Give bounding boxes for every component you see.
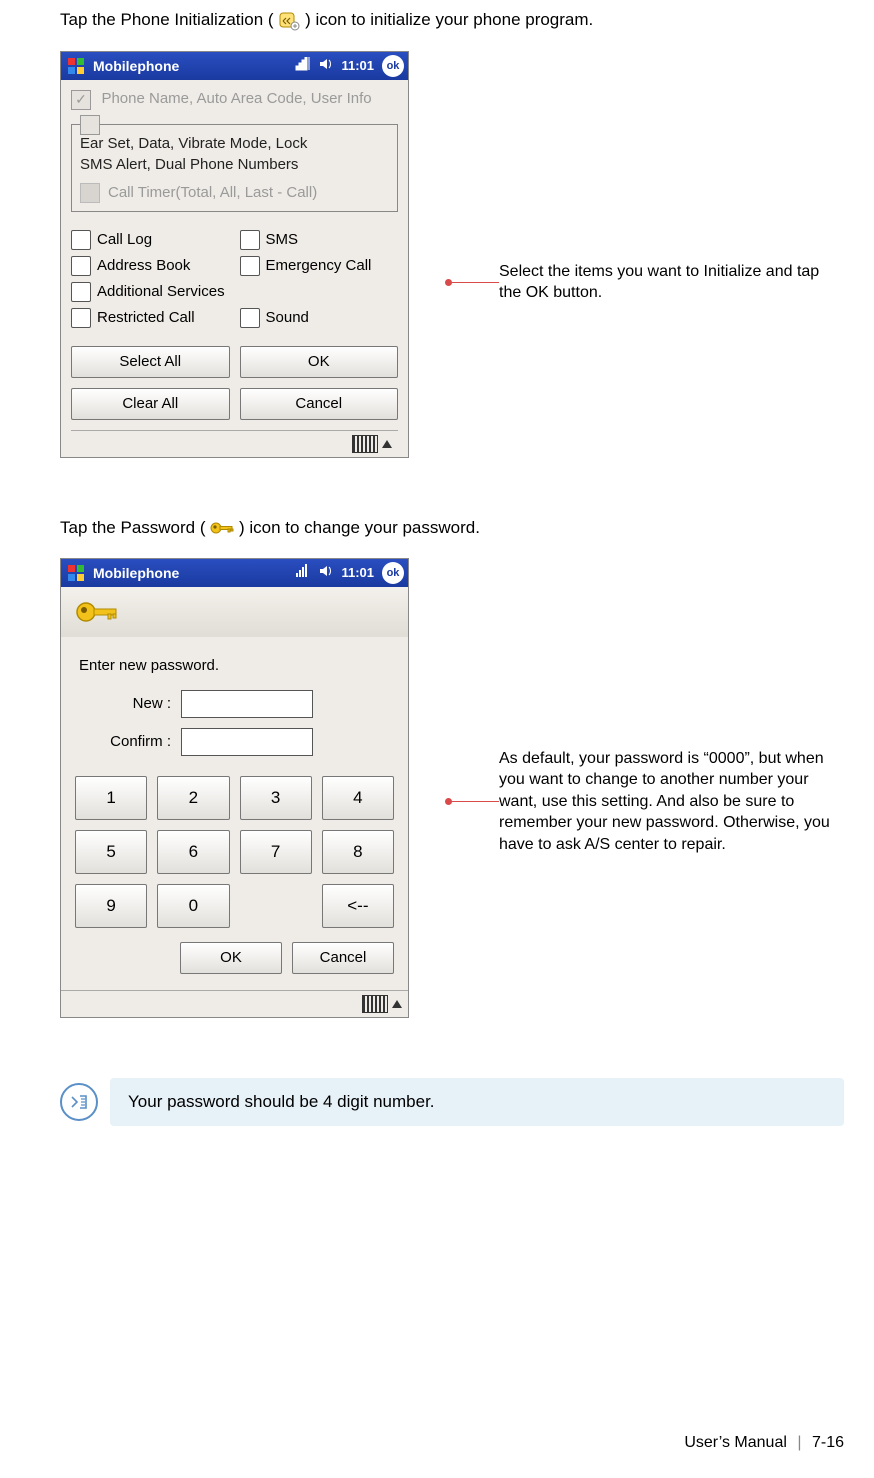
checkbox-label: Additional Services [97, 283, 225, 300]
disabled-square [80, 183, 100, 203]
intro-text-password: Tap the Password ( ) icon to change your… [60, 518, 844, 538]
note-row: Your password should be 4 digit number. [60, 1078, 844, 1126]
keyboard-icon[interactable] [352, 435, 378, 453]
intro1-part-a: Tap the Phone Initialization ( [60, 10, 274, 29]
checkbox-address-book[interactable]: Address Book [71, 256, 230, 276]
group-disabled-text: Call Timer(Total, All, Last - Call) [108, 184, 317, 201]
callout-line [449, 282, 499, 283]
key-2[interactable]: 2 [157, 776, 229, 820]
app-title: Mobilephone [93, 565, 179, 581]
volume-icon [319, 564, 333, 581]
info-icon [60, 1083, 98, 1121]
checkbox-label: Emergency Call [266, 257, 372, 274]
up-arrow-icon[interactable] [382, 440, 392, 448]
checkbox-label: Restricted Call [97, 309, 195, 326]
checkbox-emergency-call[interactable]: Emergency Call [240, 256, 399, 276]
start-icon[interactable] [65, 562, 87, 584]
groupbox-tab [80, 115, 100, 135]
initialize-options: Call Log SMS Address Book Emergency Call… [71, 230, 398, 328]
checkbox-additional-services[interactable]: Additional Services [71, 282, 398, 302]
group-line-1: Ear Set, Data, Vibrate Mode, Lock [80, 135, 389, 152]
ok-button[interactable]: OK [180, 942, 282, 974]
key-0[interactable]: 0 [157, 884, 229, 928]
titlebar: Mobilephone 11:01 ok [61, 559, 408, 587]
disabled-checkbox: ✓ [71, 90, 91, 110]
clock-text: 11:01 [341, 58, 374, 73]
ok-badge[interactable]: ok [382, 562, 404, 584]
screenshot-initialization: Mobilephone 11:01 ok ✓ Phone Name, Auto … [60, 51, 409, 458]
numeric-keypad: 1 2 3 4 5 6 7 8 9 0 <-- [71, 776, 398, 928]
password-prompt: Enter new password. [79, 657, 398, 674]
intro1-part-b: ) icon to initialize your phone program. [305, 10, 593, 29]
key-3[interactable]: 3 [240, 776, 312, 820]
titlebar: Mobilephone 11:01 ok [61, 52, 408, 80]
key-icon [75, 596, 119, 628]
phone-init-icon [278, 10, 305, 29]
group-line-2: SMS Alert, Dual Phone Numbers [80, 156, 389, 173]
callout-line [449, 801, 499, 802]
annotation-initialize: Select the items you want to Initialize … [499, 261, 839, 304]
checkbox-label: Address Book [97, 257, 190, 274]
key-backspace[interactable]: <-- [322, 884, 394, 928]
checkbox-call-log[interactable]: Call Log [71, 230, 230, 250]
footer-label: User’s Manual [684, 1434, 787, 1451]
volume-icon [319, 57, 333, 74]
app-title: Mobilephone [93, 58, 179, 74]
key-1[interactable]: 1 [75, 776, 147, 820]
label-confirm: Confirm : [71, 733, 171, 750]
bottom-bar [71, 430, 398, 457]
screenshot-password: Mobilephone 11:01 ok [60, 558, 409, 1018]
feature-groupbox: Ear Set, Data, Vibrate Mode, Lock SMS Al… [71, 124, 398, 212]
new-password-input[interactable] [181, 690, 313, 718]
cancel-button[interactable]: Cancel [292, 942, 394, 974]
key-7[interactable]: 7 [240, 830, 312, 874]
footer-page: 7-16 [812, 1434, 844, 1451]
checkbox-sound[interactable]: Sound [240, 308, 399, 328]
clear-all-button[interactable]: Clear All [71, 388, 230, 420]
bottom-bar [61, 990, 408, 1017]
key-8[interactable]: 8 [322, 830, 394, 874]
checkbox-label: Sound [266, 309, 309, 326]
cancel-button[interactable]: Cancel [240, 388, 399, 420]
ok-badge[interactable]: ok [382, 55, 404, 77]
note-text: Your password should be 4 digit number. [128, 1092, 435, 1111]
annotation-password: As default, your password is “0000”, but… [499, 748, 839, 856]
signal-icon [295, 564, 311, 581]
disabled-header-text: Phone Name, Auto Area Code, User Info [101, 90, 381, 109]
key-5[interactable]: 5 [75, 830, 147, 874]
keyboard-icon[interactable] [362, 995, 388, 1013]
confirm-password-input[interactable] [181, 728, 313, 756]
start-icon[interactable] [65, 55, 87, 77]
intro-text-initialization: Tap the Phone Initialization ( ) icon to… [60, 10, 844, 31]
note-box: Your password should be 4 digit number. [110, 1078, 844, 1126]
page-footer: User’s Manual | 7-16 [684, 1434, 844, 1452]
ok-button[interactable]: OK [240, 346, 399, 378]
label-new: New : [71, 695, 171, 712]
intro2-part-b: ) icon to change your password. [239, 518, 480, 537]
checkbox-label: Call Log [97, 231, 152, 248]
checkbox-restricted-call[interactable]: Restricted Call [71, 308, 230, 328]
checkbox-label: SMS [266, 231, 299, 248]
group-disabled-row: Call Timer(Total, All, Last - Call) [80, 183, 389, 203]
key-6[interactable]: 6 [157, 830, 229, 874]
up-arrow-icon[interactable] [392, 1000, 402, 1008]
clock-text: 11:01 [341, 565, 374, 580]
disabled-header-row: ✓ Phone Name, Auto Area Code, User Info [71, 90, 398, 110]
checkbox-sms[interactable]: SMS [240, 230, 399, 250]
intro2-part-a: Tap the Password ( [60, 518, 206, 537]
footer-separator: | [797, 1434, 801, 1451]
key-9[interactable]: 9 [75, 884, 147, 928]
key-4[interactable]: 4 [322, 776, 394, 820]
select-all-button[interactable]: Select All [71, 346, 230, 378]
password-key-icon [210, 518, 239, 537]
signal-icon [295, 57, 311, 74]
key-banner [61, 587, 408, 637]
